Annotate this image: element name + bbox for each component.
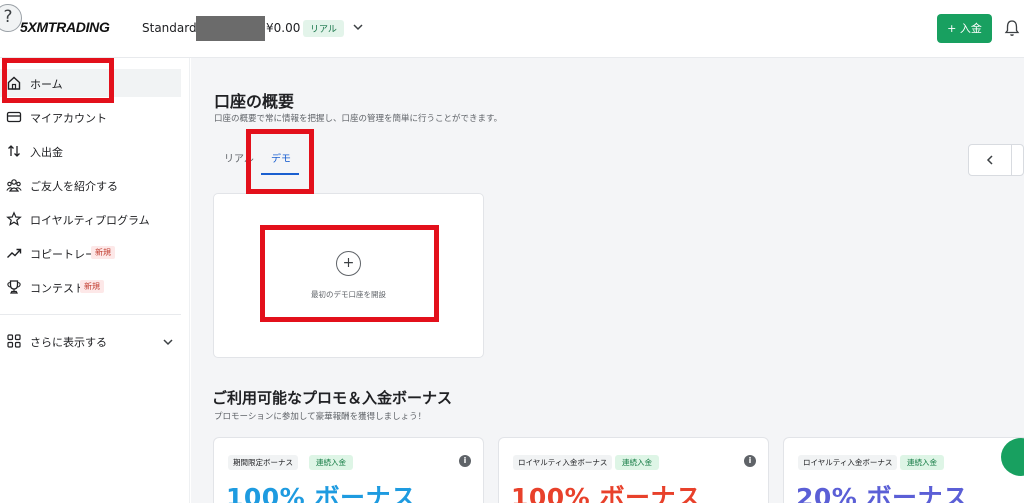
trophy-icon — [7, 280, 21, 294]
deposit-button[interactable]: + 入金 — [937, 14, 992, 43]
show-more-label: さらに表示する — [30, 336, 107, 349]
chevron-down-icon — [163, 339, 173, 346]
annotation-box-demo-tab — [246, 129, 314, 194]
star-icon — [6, 211, 22, 226]
sidebar: ホーム マイアカウント 入出金 ご友人を紹介する ロイヤルティプログラム コピー… — [0, 58, 190, 503]
bonus-tag: ロイヤルティ入金ボーナス — [513, 455, 613, 470]
account-type[interactable]: Standard — [142, 21, 197, 35]
help-button[interactable]: ? — [0, 4, 22, 32]
sidebar-show-more[interactable]: さらに表示する — [0, 327, 181, 355]
bonus-card[interactable]: ロイヤルティ入金ボーナス 連続入金 20% ボーナス — [783, 437, 1024, 503]
bonus-card[interactable]: 期間限定ボーナス 連続入金 i 100% ボーナス — [213, 437, 484, 503]
sidebar-item-label: ご友人を紹介する — [30, 180, 118, 193]
trend-icon — [7, 248, 22, 258]
pager-divider — [1011, 145, 1012, 175]
new-badge: 新規 — [91, 246, 115, 259]
card-icon — [6, 111, 22, 123]
chevron-left-icon[interactable] — [984, 154, 996, 166]
annotation-box-open-demo — [260, 225, 439, 322]
sidebar-item-label: ロイヤルティプログラム — [30, 214, 150, 227]
sidebar-item-label: マイアカウント — [30, 112, 107, 125]
sidebar-item-refer-friends[interactable]: ご友人を紹介する — [0, 171, 181, 199]
bonus-tag: 期間限定ボーナス — [228, 455, 298, 470]
grid-icon — [7, 334, 21, 348]
overview-subtitle: 口座の概要で常に情報を把握し、口座の管理を簡単に行うことができます。 — [214, 114, 503, 124]
sidebar-item-contest[interactable]: コンテスト 新規 — [0, 273, 181, 301]
info-icon[interactable]: i — [744, 455, 756, 467]
real-account-badge: リアル — [303, 20, 344, 37]
sidebar-item-my-account[interactable]: マイアカウント — [0, 103, 181, 131]
info-icon[interactable]: i — [459, 455, 471, 467]
sidebar-divider — [0, 314, 181, 315]
account-balance: ¥0.00 — [266, 21, 301, 35]
bonus-tag: ロイヤルティ入金ボーナス — [798, 455, 898, 470]
promo-subtitle: プロモーションに参加して豪華報酬を獲得しましょう！ — [214, 412, 427, 422]
sidebar-item-deposit-withdraw[interactable]: 入出金 — [0, 137, 181, 165]
people-icon — [6, 179, 22, 192]
bonus-headline: 100% ボーナス — [226, 483, 417, 503]
overview-title: 口座の概要 — [214, 92, 295, 111]
sidebar-item-copy-trade[interactable]: コピートレード 新規 — [0, 239, 181, 267]
bonus-status-badge: 連続入金 — [309, 455, 353, 470]
bonus-headline: 100% ボーナス — [511, 483, 702, 503]
logo-text: XMTRADING — [27, 19, 110, 35]
sidebar-item-label: 入出金 — [30, 146, 63, 159]
bell-icon[interactable] — [1004, 19, 1020, 37]
account-pager — [968, 144, 1024, 176]
sidebar-item-label: コンテスト — [30, 282, 85, 295]
new-badge: 新規 — [80, 280, 104, 293]
chevron-down-icon[interactable] — [352, 21, 364, 33]
bonus-status-badge: 連続入金 — [900, 455, 944, 470]
bonus-status-badge: 連続入金 — [615, 455, 659, 470]
annotation-box-home — [2, 58, 114, 103]
account-number-redacted — [196, 16, 265, 41]
promo-title: ご利用可能なプロモ＆入金ボーナス — [212, 389, 453, 407]
sidebar-item-loyalty[interactable]: ロイヤルティプログラム — [0, 205, 181, 233]
top-header: ? 5XMTRADING Standard ¥0.00 リアル + 入金 — [0, 0, 1024, 58]
bonus-card[interactable]: ロイヤルティ入金ボーナス 連続入金 i 100% ボーナス — [498, 437, 769, 503]
transfer-icon — [8, 145, 20, 157]
xm-logo[interactable]: 5XMTRADING — [20, 19, 110, 35]
bonus-headline: 20% ボーナス — [796, 483, 969, 503]
